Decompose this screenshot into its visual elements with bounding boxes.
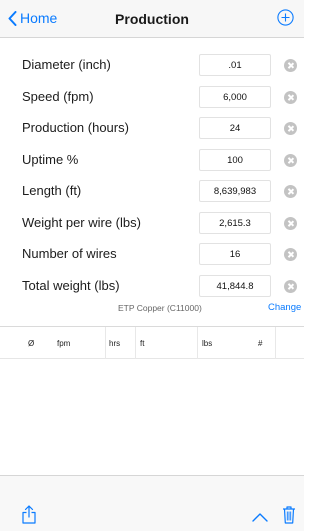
navigation-bar: Home Production bbox=[0, 0, 304, 38]
column-divider bbox=[105, 327, 106, 359]
field-row-number-of-wires: Number of wires 16 bbox=[0, 239, 304, 271]
column-divider bbox=[135, 327, 136, 359]
field-label: Total weight (lbs) bbox=[22, 277, 120, 293]
field-label: Uptime % bbox=[22, 151, 79, 167]
column-header-count: # bbox=[258, 339, 263, 348]
clear-icon[interactable] bbox=[284, 185, 297, 198]
clear-icon[interactable] bbox=[284, 248, 297, 261]
clear-icon[interactable] bbox=[284, 153, 297, 167]
column-header-diameter: Ø bbox=[28, 339, 35, 348]
scroll-up-button[interactable] bbox=[252, 509, 268, 527]
field-label: Weight per wire (lbs) bbox=[22, 214, 141, 230]
delete-button[interactable] bbox=[282, 505, 296, 529]
column-divider bbox=[197, 327, 198, 359]
trash-icon bbox=[283, 506, 295, 524]
clear-icon[interactable] bbox=[284, 122, 297, 135]
field-row-diameter: Diameter (inch) .01 bbox=[0, 50, 304, 82]
field-label: Number of wires bbox=[22, 246, 117, 261]
share-icon bbox=[22, 505, 36, 524]
column-header-lbs: lbs bbox=[202, 339, 213, 348]
field-row-uptime: Uptime % 100 bbox=[0, 145, 304, 177]
field-label: Speed (fpm) bbox=[22, 88, 94, 104]
chevron-up-icon bbox=[252, 513, 268, 522]
field-row-length: Length (ft) 8,639,983 bbox=[0, 176, 304, 208]
number-of-wires-input[interactable]: 16 bbox=[199, 243, 271, 265]
field-label: Length (ft) bbox=[22, 183, 82, 198]
column-header-hrs: hrs bbox=[109, 339, 121, 348]
field-label: Diameter (inch) bbox=[22, 57, 111, 72]
field-row-production-hours: Production (hours) 24 bbox=[0, 113, 304, 145]
column-divider bbox=[275, 327, 276, 359]
plus-circle-icon bbox=[277, 9, 294, 26]
column-header-fpm: fpm bbox=[57, 339, 71, 348]
length-input[interactable]: 8,639,983 bbox=[199, 180, 271, 202]
production-hours-input[interactable]: 24 bbox=[199, 117, 271, 139]
table-header: Ø fpm hrs ft lbs # bbox=[0, 327, 304, 359]
column-header-ft: ft bbox=[140, 339, 145, 348]
share-button[interactable] bbox=[22, 505, 36, 529]
weight-per-wire-input[interactable]: 2,615.3 bbox=[199, 211, 271, 234]
change-material-button[interactable]: Change bbox=[268, 302, 301, 313]
speed-input[interactable]: 6,000 bbox=[199, 85, 271, 108]
clear-icon[interactable] bbox=[284, 279, 297, 293]
diameter-input[interactable]: .01 bbox=[199, 54, 271, 76]
add-button[interactable] bbox=[277, 9, 294, 31]
production-form: Diameter (inch) .01 Speed (fpm) 6,000 Pr… bbox=[0, 50, 304, 302]
field-row-weight-per-wire: Weight per wire (lbs) 2,615.3 bbox=[0, 208, 304, 240]
results-table: Ø fpm hrs ft lbs # bbox=[0, 326, 304, 475]
page-title: Production bbox=[115, 11, 189, 27]
total-weight-input[interactable]: 41,844.8 bbox=[199, 274, 271, 297]
field-row-speed: Speed (fpm) 6,000 bbox=[0, 82, 304, 114]
field-row-total-weight: Total weight (lbs) 41,844.8 bbox=[0, 271, 304, 303]
field-label: Production (hours) bbox=[22, 120, 129, 135]
clear-icon[interactable] bbox=[284, 59, 297, 72]
clear-icon[interactable] bbox=[284, 216, 297, 230]
bottom-toolbar bbox=[0, 475, 304, 531]
material-name: ETP Copper (C11000) bbox=[118, 303, 202, 313]
clear-icon[interactable] bbox=[284, 90, 297, 104]
uptime-input[interactable]: 100 bbox=[199, 148, 271, 171]
